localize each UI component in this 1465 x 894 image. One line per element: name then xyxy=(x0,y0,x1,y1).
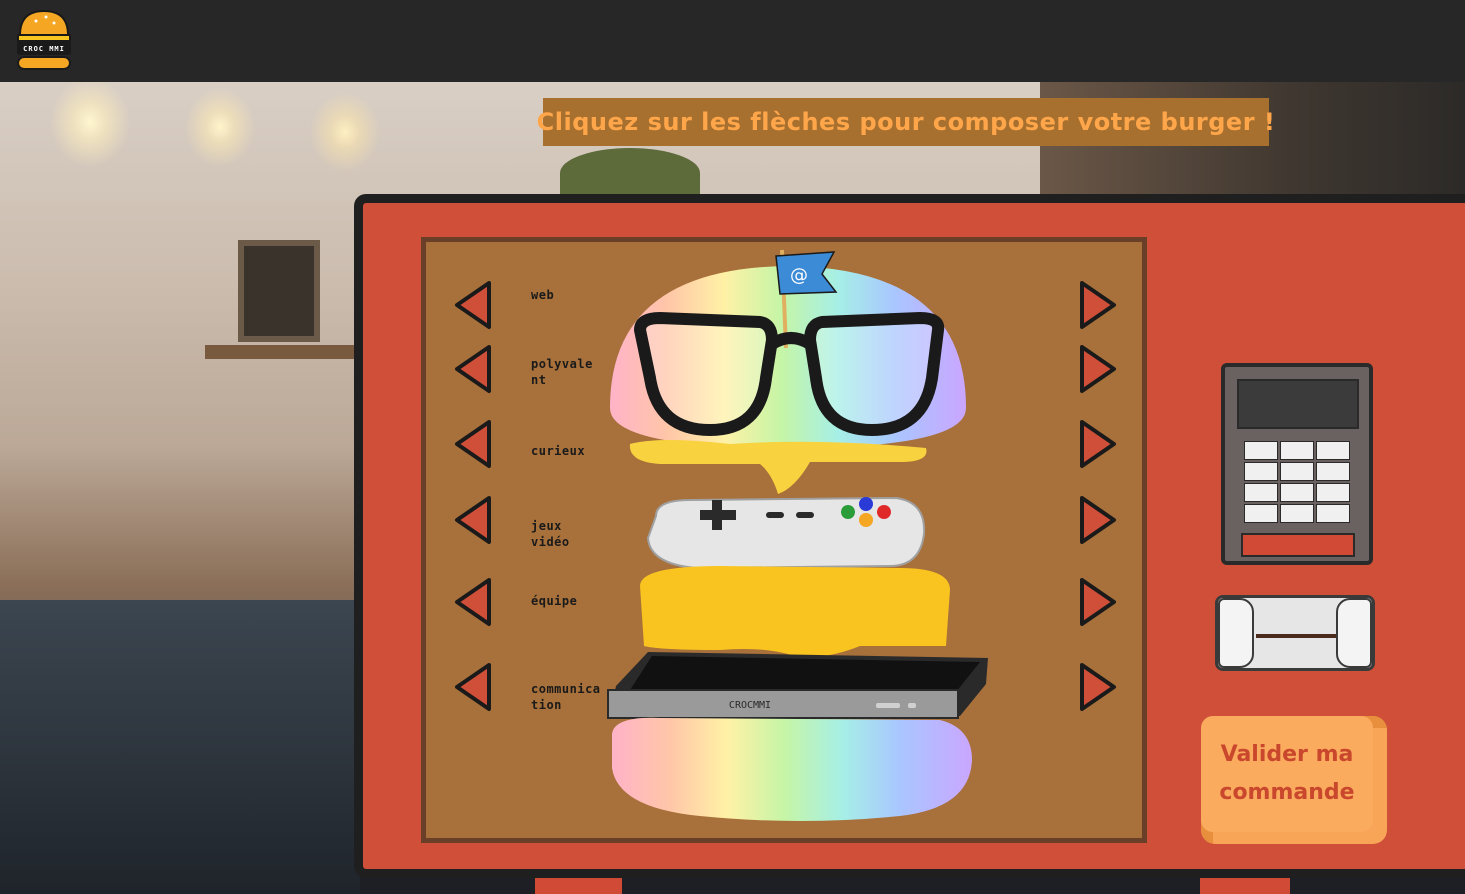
arrow-left-icon xyxy=(455,496,491,544)
row-jeux-video-prev-button[interactable] xyxy=(453,495,493,545)
instruction-text: Cliquez sur les flèches pour composer vo… xyxy=(536,108,1276,136)
burger-logo-icon xyxy=(17,9,71,70)
row-communication-prev-button[interactable] xyxy=(453,662,493,712)
row-equipe-label: équipe xyxy=(531,594,578,608)
terminal-card-slot xyxy=(1241,533,1355,557)
cheese-layer-1 xyxy=(629,440,927,494)
arrow-left-icon xyxy=(455,578,491,626)
arrow-left-icon xyxy=(455,420,491,468)
kiosk-foot-right xyxy=(1200,878,1290,894)
row-jeux-video-label: jeux vidéo xyxy=(531,519,570,549)
ticket-slot xyxy=(1215,595,1375,671)
console-text: CROCMMI xyxy=(729,700,771,711)
row-equipe-prev-button[interactable] xyxy=(453,577,493,627)
arrow-left-icon xyxy=(455,345,491,393)
row-equipe-next-button[interactable] xyxy=(1078,577,1118,627)
row-curieux-next-button[interactable] xyxy=(1078,419,1118,469)
arrow-left-icon xyxy=(455,663,491,711)
arrow-right-icon xyxy=(1080,578,1116,626)
background-shelf xyxy=(205,345,355,359)
arrow-right-icon xyxy=(1080,281,1116,329)
terminal-screen xyxy=(1237,379,1359,429)
arrow-right-icon xyxy=(1080,496,1116,544)
burger-illustration: @ CROCMMI xyxy=(607,249,988,821)
cheese-layer-2 xyxy=(640,566,950,658)
row-communication-next-button[interactable] xyxy=(1078,662,1118,712)
background-bench xyxy=(0,600,360,894)
controller-icon xyxy=(646,496,926,570)
row-polyvalent-next-button[interactable] xyxy=(1078,344,1118,394)
arrow-right-icon xyxy=(1080,663,1116,711)
background-frame xyxy=(238,240,320,342)
instruction-banner: Cliquez sur les flèches pour composer vo… xyxy=(537,98,1275,146)
row-web-prev-button[interactable] xyxy=(453,280,493,330)
terminal-keypad xyxy=(1244,441,1350,523)
validate-order-label: Valider ma commande xyxy=(1219,742,1355,805)
arrow-left-icon xyxy=(455,281,491,329)
console-icon: CROCMMI xyxy=(607,652,988,719)
row-web-label: web xyxy=(531,288,555,302)
row-jeux-video-next-button[interactable] xyxy=(1078,495,1118,545)
row-curieux-label: curieux xyxy=(531,444,586,458)
row-polyvalent-label: polyvalent xyxy=(531,357,593,387)
flag-symbol: @ xyxy=(790,265,808,286)
top-bar: CROC MMI xyxy=(0,0,1465,82)
validate-order-button[interactable]: Valider ma commande xyxy=(1201,716,1387,844)
payment-terminal xyxy=(1221,363,1373,565)
row-communication-label: communication xyxy=(531,682,601,712)
row-web-next-button[interactable] xyxy=(1078,280,1118,330)
background-floor xyxy=(360,876,1465,894)
bottom-bun-layer xyxy=(612,717,972,821)
background-plant xyxy=(560,148,700,198)
row-curieux-prev-button[interactable] xyxy=(453,419,493,469)
arrow-right-icon xyxy=(1080,420,1116,468)
arrow-right-icon xyxy=(1080,345,1116,393)
logo-text: CROC MMI xyxy=(23,45,65,53)
kiosk-foot-left xyxy=(535,878,622,894)
logo[interactable]: CROC MMI xyxy=(14,7,74,73)
row-polyvalent-prev-button[interactable] xyxy=(453,344,493,394)
